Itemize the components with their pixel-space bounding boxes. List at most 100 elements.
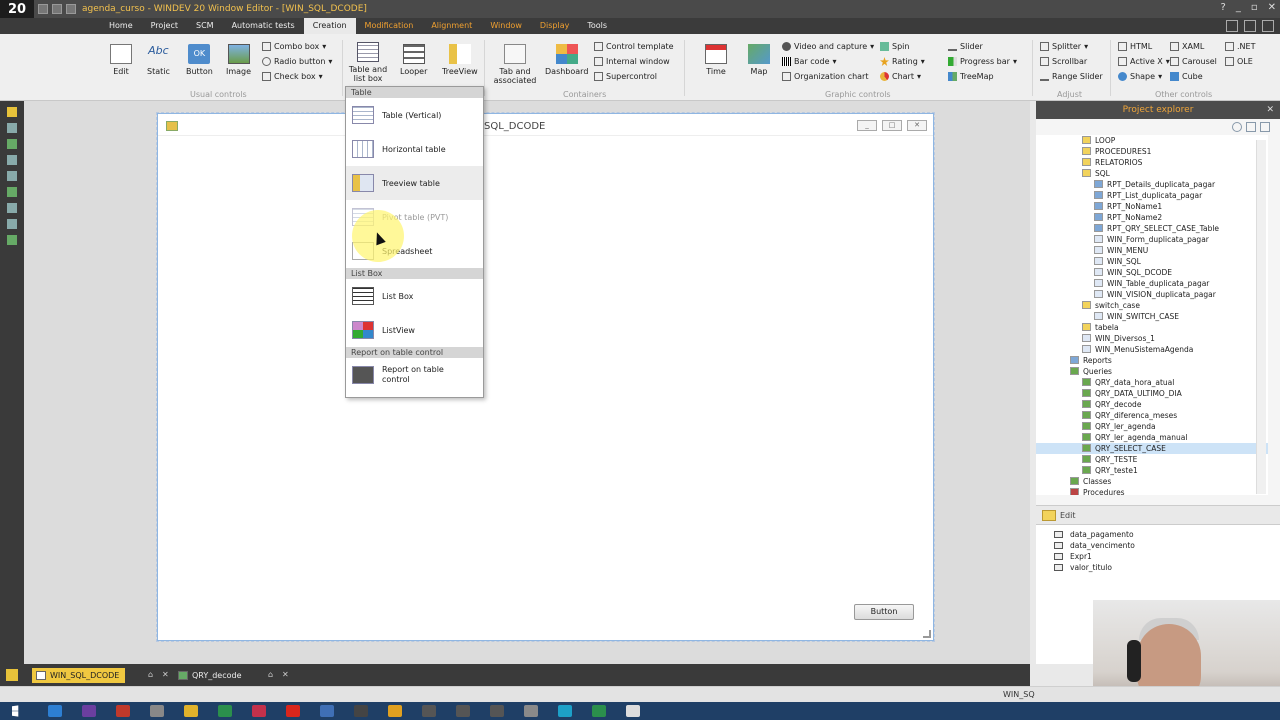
search-icon[interactable]: [1226, 20, 1238, 32]
rating-button[interactable]: Rating ▾: [880, 57, 925, 66]
tree-item[interactable]: RPT_NoName1: [1036, 201, 1268, 212]
field-item[interactable]: Expr1: [1036, 551, 1280, 562]
tree-item[interactable]: WIN_SWITCH_CASE: [1036, 311, 1268, 322]
tree-item[interactable]: WIN_Form_duplicata_pagar: [1036, 234, 1268, 245]
explorer-icon[interactable]: [184, 705, 198, 717]
shape-button[interactable]: Shape ▾: [1118, 72, 1162, 81]
tree-item[interactable]: QRY_DATA_ULTIMO_DIA: [1036, 388, 1268, 399]
designed-window[interactable]: SQL_DCODE _ □ ✕ Button: [156, 112, 935, 642]
close-icon[interactable]: ✕: [162, 670, 169, 679]
tree-item[interactable]: WIN_Table_duplicata_pagar: [1036, 278, 1268, 289]
activex-button[interactable]: Active X ▾: [1118, 57, 1170, 66]
html-button[interactable]: HTML: [1118, 42, 1152, 51]
opera-icon[interactable]: [286, 705, 300, 717]
pin-icon[interactable]: ⌂: [148, 670, 153, 679]
window-tool-icon[interactable]: [7, 123, 17, 133]
menu-automatic-tests[interactable]: Automatic tests: [223, 18, 304, 34]
app-icon[interactable]: [626, 705, 640, 717]
carousel-button[interactable]: Carousel: [1170, 57, 1217, 66]
internal-window-button[interactable]: Internal window: [594, 57, 670, 66]
chrome-icon[interactable]: [388, 705, 402, 717]
tree-item[interactable]: SQL: [1036, 168, 1268, 179]
field-item[interactable]: data_vencimento: [1036, 540, 1280, 551]
save-icon[interactable]: [66, 4, 76, 14]
close-icon[interactable]: ✕: [1266, 101, 1274, 119]
menu-item-table-vertical[interactable]: Table (Vertical): [346, 98, 483, 132]
range-slider-button[interactable]: Range Slider: [1040, 72, 1103, 81]
globe-icon[interactable]: [7, 235, 17, 245]
tree-item[interactable]: Queries: [1036, 366, 1268, 377]
menu-scm[interactable]: SCM: [187, 18, 223, 34]
tree-item[interactable]: WIN_VISION_duplicata_pagar: [1036, 289, 1268, 300]
menu-display[interactable]: Display: [531, 18, 579, 34]
options-icon[interactable]: [1260, 122, 1270, 132]
project-icon[interactable]: [7, 107, 17, 117]
progress-bar-button[interactable]: Progress bar ▾: [948, 57, 1017, 66]
new-icon[interactable]: [38, 4, 48, 14]
resize-grip[interactable]: [923, 630, 931, 638]
report-tool-icon[interactable]: [7, 171, 17, 181]
windev-icon[interactable]: [456, 705, 470, 717]
maximize-icon[interactable]: □: [882, 120, 902, 131]
video-and-capture-button[interactable]: Video and capture ▾: [782, 42, 874, 51]
bar-code-button[interactable]: Bar code ▾: [782, 57, 837, 66]
app-icon[interactable]: [592, 705, 606, 717]
edit-button[interactable]: Edit: [110, 44, 132, 76]
tree-item[interactable]: WIN_SQL_DCODE: [1036, 267, 1268, 278]
table-and-list-box-button[interactable]: Table and list box: [348, 42, 388, 83]
tab-win-sql-dcode[interactable]: WIN_SQL_DCODE: [32, 668, 126, 683]
menu-home[interactable]: Home: [100, 18, 142, 34]
field-item[interactable]: valor_titulo: [1036, 562, 1280, 573]
maximize-icon[interactable]: ▫: [1251, 2, 1258, 13]
minimize-icon[interactable]: _: [1236, 2, 1241, 13]
tree-item[interactable]: RPT_List_duplicata_pagar: [1036, 190, 1268, 201]
code-tool-icon[interactable]: [7, 139, 17, 149]
treeview-button[interactable]: TreeView: [442, 44, 478, 76]
organization-chart-button[interactable]: Organization chart: [782, 72, 868, 81]
button-control[interactable]: Button: [854, 604, 914, 620]
tree-item[interactable]: RELATORIOS: [1036, 157, 1268, 168]
tab-and-associated-button[interactable]: Tab and associated: [494, 44, 536, 85]
tree-item[interactable]: Reports: [1036, 355, 1268, 366]
access-icon[interactable]: [252, 705, 266, 717]
ie-icon[interactable]: [48, 705, 62, 717]
tree-item[interactable]: RPT_QRY_SELECT_CASE_Table: [1036, 223, 1268, 234]
app-icon[interactable]: [354, 705, 368, 717]
help-icon[interactable]: ?: [1221, 2, 1226, 13]
start-icon[interactable]: [12, 705, 19, 717]
scrollbar-button[interactable]: Scrollbar: [1040, 57, 1087, 66]
xaml-button[interactable]: XAML: [1170, 42, 1204, 51]
tree-item[interactable]: WIN_SQL: [1036, 256, 1268, 267]
excel-icon[interactable]: [218, 705, 232, 717]
tree-item[interactable]: tabela: [1036, 322, 1268, 333]
tree-item[interactable]: QRY_decode: [1036, 399, 1268, 410]
menu-item-horizontal-table[interactable]: Horizontal table: [346, 132, 483, 166]
dashboard-button[interactable]: Dashboard: [545, 44, 588, 76]
sync-icon[interactable]: [1246, 122, 1256, 132]
slider-button[interactable]: Slider: [948, 42, 983, 51]
supercontrol-button[interactable]: Supercontrol: [594, 72, 657, 81]
chart-button[interactable]: Chart ▾: [880, 72, 921, 81]
tree-item[interactable]: QRY_ler_agenda: [1036, 421, 1268, 432]
test-tool-icon[interactable]: [7, 203, 17, 213]
combo-box-button[interactable]: Combo box ▾: [262, 42, 326, 51]
spin-button[interactable]: Spin: [880, 42, 909, 51]
open-icon[interactable]: [52, 4, 62, 14]
app-icon[interactable]: [150, 705, 164, 717]
tree-item[interactable]: QRY_data_hora_atual: [1036, 377, 1268, 388]
menu-creation[interactable]: Creation: [303, 18, 356, 34]
control-template-button[interactable]: Control template: [594, 42, 674, 51]
menu-alignment[interactable]: Alignment: [422, 18, 481, 34]
ole-button[interactable]: OLE: [1225, 57, 1253, 66]
tree-scrollbar[interactable]: [1256, 140, 1266, 494]
tree-item[interactable]: PROCEDURES1: [1036, 146, 1268, 157]
menu-item-listview[interactable]: ListView: [346, 313, 483, 347]
visual-studio-icon[interactable]: [82, 705, 96, 717]
tree-item[interactable]: QRY_ler_agenda_manual: [1036, 432, 1268, 443]
cube-button[interactable]: Cube: [1170, 72, 1203, 81]
tree-item[interactable]: WIN_MENU: [1036, 245, 1268, 256]
minimize-icon[interactable]: _: [857, 120, 877, 131]
tree-item[interactable]: QRY_diferenca_meses: [1036, 410, 1268, 421]
close-icon[interactable]: ✕: [1268, 2, 1276, 13]
analysis-tool-icon[interactable]: [7, 155, 17, 165]
